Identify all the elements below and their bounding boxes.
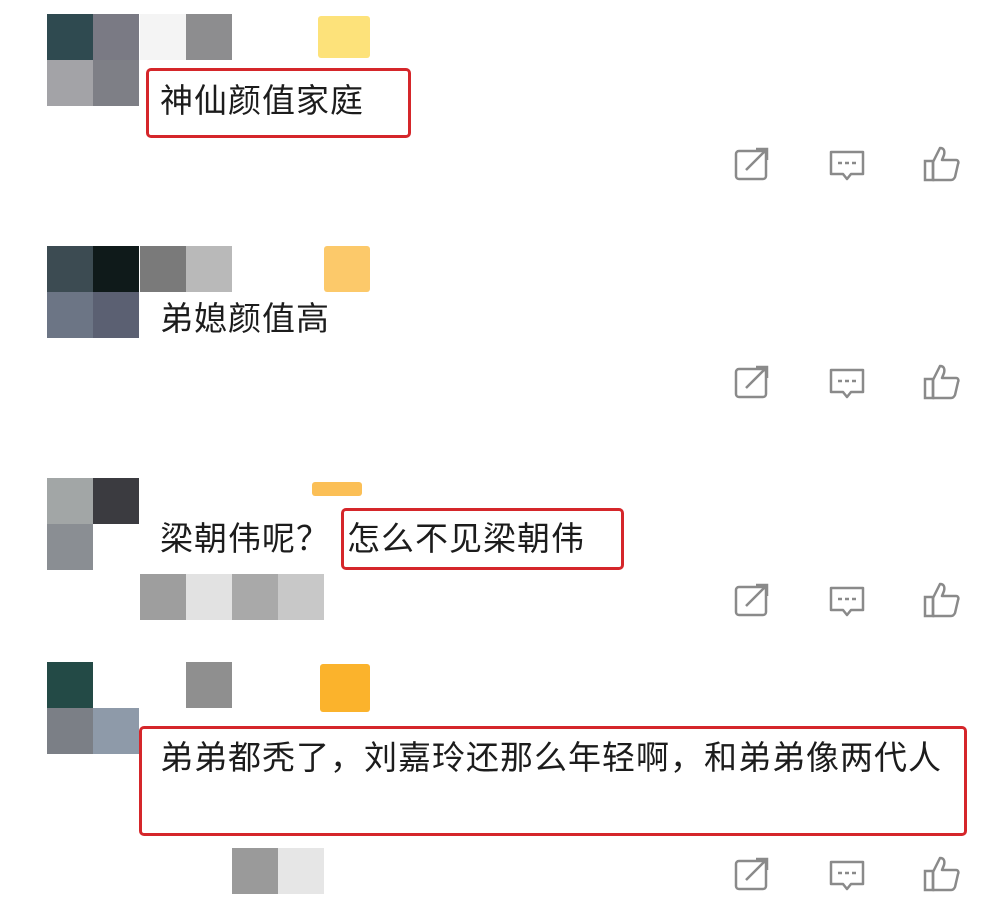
thumbs-up-icon (923, 364, 960, 400)
username-blurred[interactable] (186, 662, 232, 708)
thumbs-up-icon (923, 582, 960, 618)
username-blurred[interactable] (140, 14, 232, 60)
name-pixel (140, 574, 186, 620)
comment-actions (732, 854, 962, 894)
avatar-pixel (47, 60, 93, 106)
share-button[interactable] (732, 144, 772, 184)
name-pixel (186, 574, 232, 620)
name-pixel (278, 574, 324, 620)
avatar-pixel (93, 662, 139, 708)
name-pixel (186, 246, 232, 292)
reply-button[interactable] (827, 580, 867, 620)
avatar-pixel (93, 60, 139, 106)
thumbs-up-icon (923, 146, 960, 182)
name-pixel (186, 14, 232, 60)
like-button[interactable] (922, 362, 962, 402)
avatar-pixel (93, 708, 139, 754)
share-icon (734, 365, 769, 399)
like-button[interactable] (922, 144, 962, 184)
username-blurred[interactable] (232, 848, 324, 894)
comment-text: 弟弟都秃了，刘嘉玲还那么年轻啊，和弟弟像两代人 (160, 738, 942, 777)
comment-actions (732, 144, 962, 184)
comment-text: 弟媳颜值高 (160, 299, 330, 338)
avatar-pixel (47, 246, 93, 292)
reply-button[interactable] (827, 854, 867, 894)
avatar-pixel (93, 524, 139, 570)
comment-icon (829, 150, 865, 181)
like-button[interactable] (922, 854, 962, 894)
share-icon (734, 857, 769, 891)
reply-button[interactable] (827, 144, 867, 184)
avatar-pixel (47, 708, 93, 754)
name-pixel (140, 14, 186, 60)
name-pixel (278, 848, 324, 894)
avatar[interactable] (47, 14, 139, 106)
level-badge (312, 482, 362, 496)
comment-text-highlighted: 怎么不见梁朝伟 (347, 519, 585, 558)
name-pixel (140, 246, 186, 292)
username-blurred[interactable] (140, 246, 232, 292)
share-button[interactable] (732, 580, 772, 620)
avatar-pixel (47, 292, 93, 338)
comment-icon (829, 860, 865, 891)
thumbs-up-icon (923, 856, 960, 892)
comment-icon (829, 368, 865, 399)
comment-icon (829, 586, 865, 617)
comment-actions (732, 580, 962, 620)
share-button[interactable] (732, 362, 772, 402)
name-pixel (232, 848, 278, 894)
comment-actions (732, 362, 962, 402)
comment-text: 神仙颜值家庭 (160, 81, 364, 120)
avatar[interactable] (47, 246, 139, 338)
avatar-pixel (93, 14, 139, 60)
avatar[interactable] (47, 662, 139, 754)
level-badge (318, 16, 370, 58)
level-badge (324, 246, 370, 292)
avatar-pixel (93, 478, 139, 524)
avatar-pixel (93, 246, 139, 292)
avatar-pixel (47, 478, 93, 524)
avatar[interactable] (47, 478, 139, 570)
name-pixel (186, 662, 232, 708)
username-blurred[interactable] (140, 574, 324, 620)
share-button[interactable] (732, 854, 772, 894)
reply-button[interactable] (827, 362, 867, 402)
share-icon (734, 147, 769, 181)
avatar-pixel (47, 662, 93, 708)
avatar-pixel (47, 524, 93, 570)
name-pixel (232, 574, 278, 620)
level-badge (320, 664, 370, 712)
share-icon (734, 583, 769, 617)
avatar-pixel (93, 292, 139, 338)
avatar-pixel (47, 14, 93, 60)
like-button[interactable] (922, 580, 962, 620)
comment-text: 梁朝伟呢？ (160, 519, 330, 558)
